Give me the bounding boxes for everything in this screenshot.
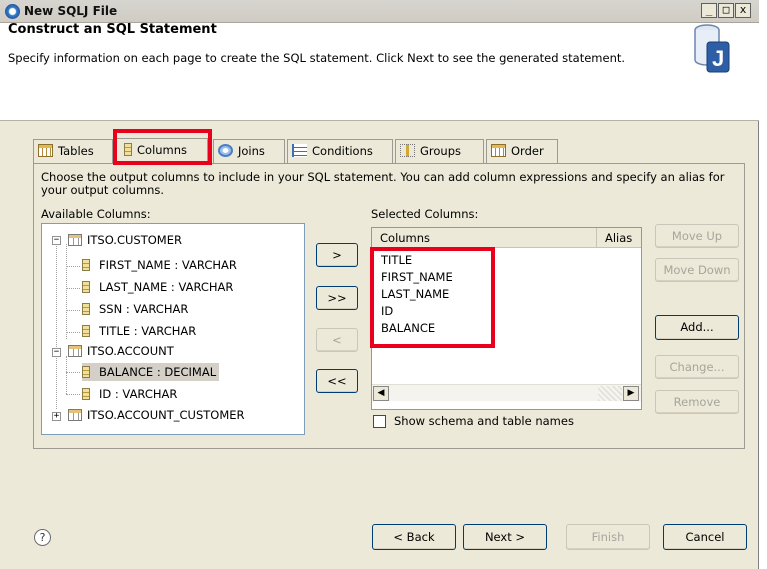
add-all-columns-button[interactable]: >> — [316, 286, 358, 310]
close-button[interactable]: x — [735, 3, 751, 18]
add-column-button[interactable]: > — [316, 243, 358, 267]
minimize-button[interactable]: _ — [701, 3, 717, 18]
next-button[interactable]: Next > — [463, 524, 547, 550]
selected-columns-highlight — [370, 247, 495, 348]
available-columns-tree[interactable]: − ITSO.CUSTOMER FIRST_NAME : VARCHAR LAS… — [41, 223, 305, 435]
collapse-toggle[interactable]: − — [52, 348, 61, 357]
window-title: New SQLJ File — [24, 4, 118, 18]
groups-icon — [400, 144, 415, 157]
column-icon — [82, 325, 90, 337]
collapse-toggle[interactable]: − — [52, 236, 61, 245]
tree-column[interactable]: FIRST_NAME : VARCHAR — [82, 256, 237, 274]
column-icon — [82, 366, 90, 378]
column-header-alias[interactable]: Alias — [597, 228, 641, 248]
expand-toggle[interactable]: + — [52, 412, 61, 421]
selected-columns-header: Columns Alias — [372, 228, 641, 248]
scrollbar-track[interactable] — [598, 386, 622, 401]
tab-conditions[interactable]: Conditions — [287, 139, 393, 164]
table-icon — [38, 144, 53, 157]
column-icon — [82, 259, 90, 271]
tab-joins[interactable]: Joins — [213, 139, 285, 164]
svg-text:J: J — [712, 46, 724, 71]
page-description: Specify information on each page to crea… — [8, 51, 626, 65]
tree-column[interactable]: TITLE : VARCHAR — [82, 322, 196, 340]
joins-icon — [218, 144, 233, 157]
dialog-window: New SQLJ File _ □ x Construct an SQL Sta… — [0, 0, 759, 569]
tree-column-selected[interactable]: BALANCE : DECIMAL — [82, 363, 220, 381]
tree-table-account[interactable]: ITSO.ACCOUNT — [68, 342, 174, 360]
conditions-icon — [292, 144, 307, 157]
order-icon — [491, 144, 506, 157]
column-header-columns[interactable]: Columns — [372, 228, 597, 248]
tab-groups[interactable]: Groups — [395, 139, 484, 164]
table-icon — [68, 345, 82, 357]
title-bar: New SQLJ File _ □ x — [0, 0, 759, 23]
column-icon — [82, 388, 90, 400]
columns-tab-highlight — [113, 129, 212, 165]
move-up-button[interactable]: Move Up — [655, 224, 739, 248]
move-down-button[interactable]: Move Down — [655, 258, 739, 282]
scroll-left-icon[interactable]: ◀ — [373, 386, 389, 401]
tab-tables[interactable]: Tables — [33, 139, 113, 164]
eclipse-app-icon — [5, 4, 20, 19]
table-icon — [68, 234, 82, 246]
back-button[interactable]: < Back — [372, 524, 456, 550]
remove-button[interactable]: Remove — [655, 390, 739, 414]
show-schema-checkbox[interactable] — [373, 415, 386, 428]
horizontal-scrollbar[interactable]: ◀ ▶ — [372, 384, 641, 401]
wizard-header — [0, 23, 759, 121]
available-columns-label: Available Columns: — [41, 207, 151, 221]
tree-column[interactable]: SSN : VARCHAR — [82, 300, 188, 318]
selected-columns-label: Selected Columns: — [371, 207, 479, 221]
cancel-button[interactable]: Cancel — [663, 524, 747, 550]
column-icon — [82, 303, 90, 315]
show-schema-label[interactable]: Show schema and table names — [394, 414, 574, 428]
help-icon[interactable]: ? — [34, 529, 51, 546]
tree-table-customer[interactable]: ITSO.CUSTOMER — [68, 231, 182, 249]
maximize-button[interactable]: □ — [718, 3, 734, 18]
tree-column[interactable]: ID : VARCHAR — [82, 385, 177, 403]
table-icon — [68, 409, 82, 421]
tab-order[interactable]: Order — [486, 139, 558, 164]
remove-all-columns-button[interactable]: << — [316, 369, 358, 393]
scroll-right-icon[interactable]: ▶ — [623, 386, 639, 401]
change-button[interactable]: Change... — [655, 355, 739, 379]
sqlj-file-icon: J — [690, 22, 732, 76]
finish-button[interactable]: Finish — [566, 524, 650, 550]
page-title: Construct an SQL Statement — [8, 22, 217, 37]
add-expression-button[interactable]: Add... — [655, 315, 739, 340]
column-icon — [82, 281, 90, 293]
remove-column-button[interactable]: < — [316, 328, 358, 352]
columns-page-description: Choose the output columns to include in … — [41, 170, 725, 197]
tree-column[interactable]: LAST_NAME : VARCHAR — [82, 278, 233, 296]
tree-table-account-customer[interactable]: ITSO.ACCOUNT_CUSTOMER — [68, 406, 245, 424]
